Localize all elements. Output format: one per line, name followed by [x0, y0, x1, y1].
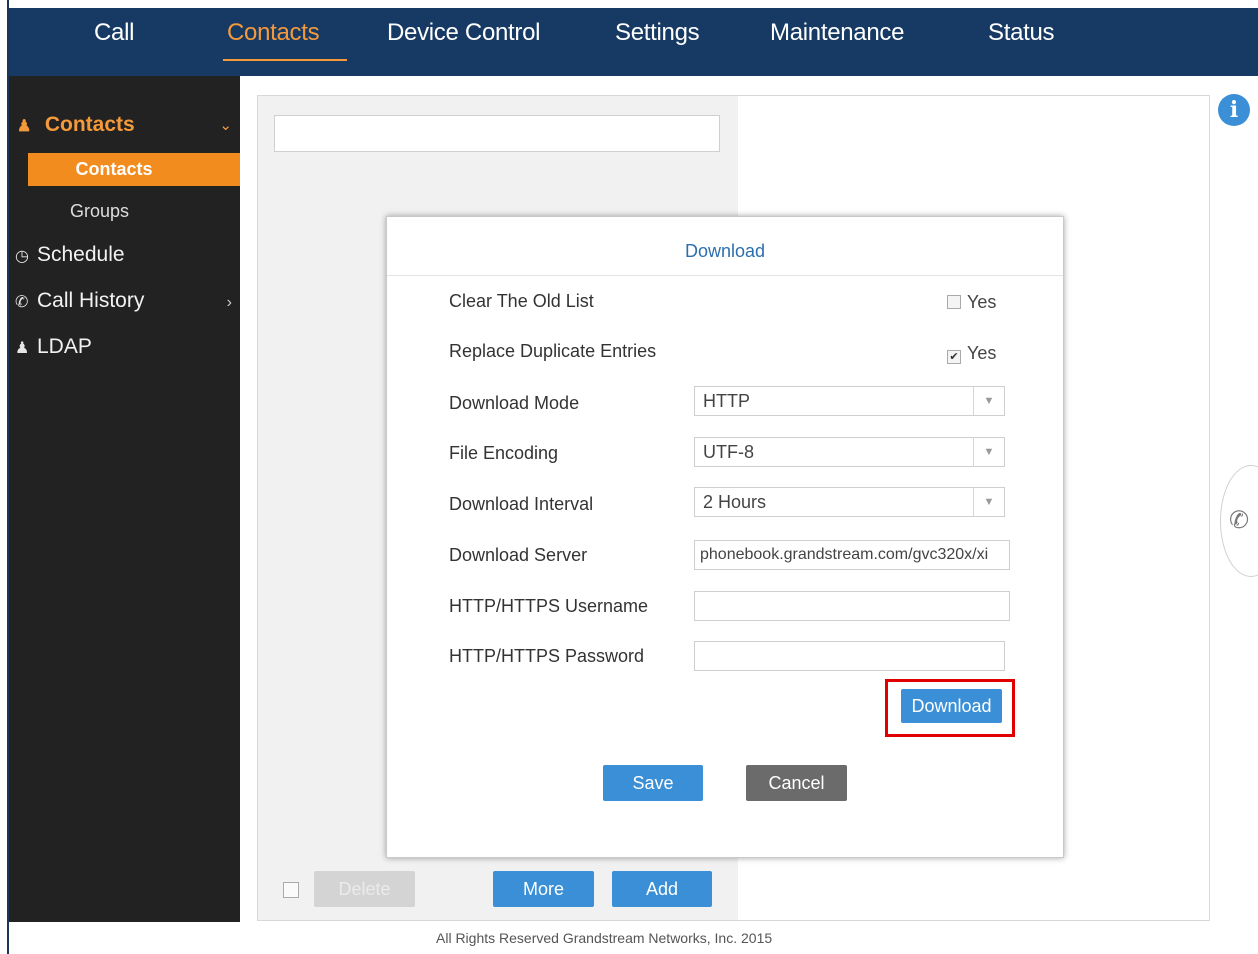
- input-value: phonebook.grandstream.com/gvc320x/xi: [700, 546, 989, 563]
- more-button[interactable]: More: [493, 871, 594, 907]
- tab-contacts[interactable]: Contacts: [227, 19, 320, 47]
- clear-old-list-option[interactable]: Yes: [947, 292, 996, 313]
- search-input[interactable]: [274, 115, 720, 152]
- password-label: HTTP/HTTPS Password: [449, 646, 645, 666]
- replace-duplicates-label: Replace Duplicate Entries: [449, 341, 657, 361]
- file-encoding-label: File Encoding: [449, 443, 559, 463]
- replace-duplicates-checkbox[interactable]: ✔: [947, 350, 961, 364]
- phone-icon: ✆: [1229, 507, 1250, 534]
- call-history-icon: ✆: [15, 294, 29, 311]
- sidebar: ♟ Contacts ⌄ Contacts Groups ◷ Schedule ✆…: [9, 76, 240, 922]
- sidebar-subitem-groups[interactable]: Groups: [70, 201, 129, 222]
- delete-button[interactable]: Delete: [314, 871, 415, 907]
- download-interval-select[interactable]: 2 Hours ▼: [694, 487, 1005, 517]
- clear-old-list-label: Clear The Old List: [449, 291, 594, 311]
- file-encoding-select[interactable]: UTF-8 ▼: [694, 437, 1005, 467]
- tab-device-control[interactable]: Device Control: [387, 19, 541, 47]
- replace-duplicates-option[interactable]: ✔ Yes: [947, 343, 996, 364]
- tab-settings[interactable]: Settings: [615, 19, 700, 47]
- password-input[interactable]: [694, 641, 1005, 671]
- dropdown-arrow-icon[interactable]: ▼: [973, 488, 1004, 516]
- dropdown-arrow-icon[interactable]: ▼: [973, 438, 1004, 466]
- save-button[interactable]: Save: [603, 765, 703, 801]
- chevron-down-icon[interactable]: ⌄: [219, 116, 232, 134]
- download-interval-label: Download Interval: [449, 494, 594, 514]
- option-label: Yes: [967, 343, 997, 363]
- sidebar-item-label: Call History: [37, 289, 145, 312]
- sidebar-subitem-contacts[interactable]: Contacts: [28, 153, 240, 186]
- clock-icon: ◷: [15, 248, 29, 265]
- download-server-input[interactable]: phonebook.grandstream.com/gvc320x/xi: [694, 540, 1010, 570]
- username-label: HTTP/HTTPS Username: [449, 596, 649, 616]
- select-all-checkbox[interactable]: [283, 882, 299, 898]
- sidebar-item-schedule[interactable]: ◷ Schedule: [15, 243, 125, 267]
- ldap-icon: ♟: [15, 340, 30, 357]
- clear-old-list-checkbox[interactable]: [947, 295, 961, 309]
- download-mode-label: Download Mode: [449, 393, 580, 413]
- dropdown-arrow-icon[interactable]: ▼: [973, 387, 1004, 415]
- username-input[interactable]: [694, 591, 1010, 621]
- sidebar-item-label: Schedule: [37, 243, 125, 266]
- divider: [387, 275, 1063, 276]
- dialog-title: Download: [684, 241, 766, 261]
- tab-call[interactable]: Call: [94, 19, 134, 47]
- sidebar-item-label: LDAP: [37, 335, 92, 358]
- select-value: HTTP: [703, 391, 750, 411]
- select-value: UTF-8: [703, 442, 754, 462]
- sidebar-item-label: Contacts: [44, 113, 135, 136]
- chevron-right-icon[interactable]: ›: [227, 294, 232, 312]
- add-button[interactable]: Add: [612, 871, 712, 907]
- tab-maintenance[interactable]: Maintenance: [770, 19, 904, 47]
- download-dialog: Download Clear The Old List Yes Replace …: [386, 216, 1064, 858]
- download-mode-select[interactable]: HTTP ▼: [694, 386, 1005, 416]
- top-nav: Call Contacts Device Control Settings Ma…: [9, 8, 1258, 76]
- copyright-text: All Rights Reserved Grandstream Networks…: [436, 930, 773, 946]
- cancel-button[interactable]: Cancel: [746, 765, 847, 801]
- sidebar-item-call-history[interactable]: ✆ Call History: [15, 289, 144, 313]
- tab-status[interactable]: Status: [988, 19, 1055, 47]
- download-button[interactable]: Download: [901, 689, 1002, 723]
- sidebar-item-contacts[interactable]: ♟ Contacts: [17, 113, 135, 137]
- download-server-label: Download Server: [449, 545, 588, 565]
- sidebar-item-ldap[interactable]: ♟ LDAP: [15, 335, 92, 359]
- phone-side-tab[interactable]: ✆: [1220, 465, 1258, 577]
- option-label: Yes: [967, 292, 997, 312]
- person-icon: ♟: [17, 118, 32, 135]
- info-icon[interactable]: i: [1218, 94, 1250, 126]
- select-value: 2 Hours: [703, 492, 767, 512]
- active-tab-underline: [223, 59, 347, 61]
